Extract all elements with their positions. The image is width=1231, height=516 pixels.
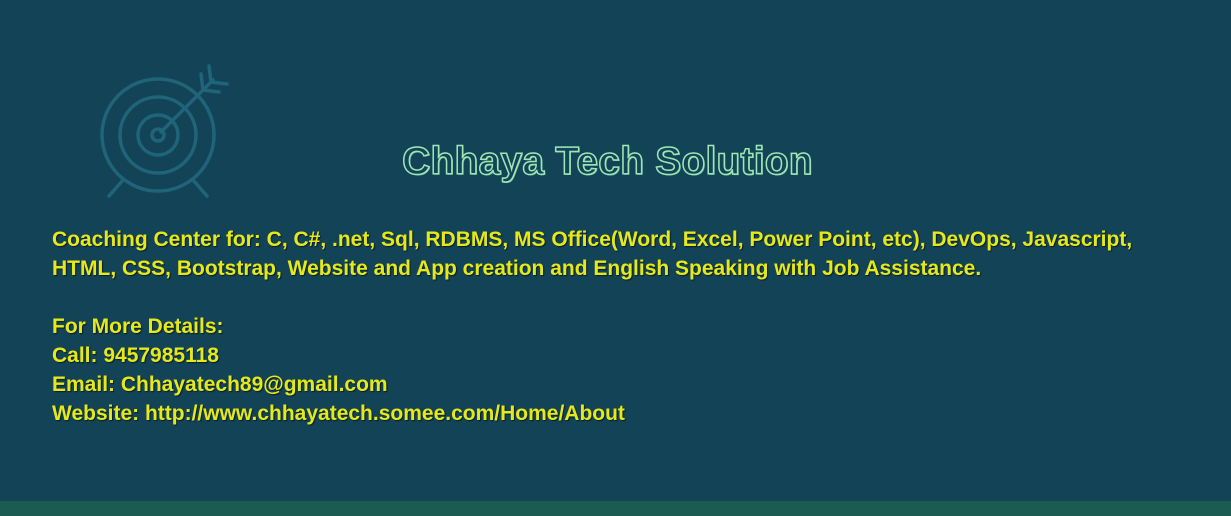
content: Coaching Center for: C, C#, .net, Sql, R… — [52, 225, 1202, 428]
contact-phone: Call: 9457985118 — [52, 344, 219, 367]
contact-heading: For More Details: — [52, 315, 224, 338]
page-title: Chhaya Tech Solution — [401, 139, 813, 184]
course-description: Coaching Center for: C, C#, .net, Sql, R… — [52, 228, 1133, 280]
contact-email: Email: Chhayatech89@gmail.com — [52, 373, 388, 396]
contact-website: Website: http://www.chhayatech.somee.com… — [52, 402, 625, 425]
slide: Chhaya Tech Solution Coaching Center for… — [0, 0, 1231, 516]
bottom-bar — [0, 501, 1231, 516]
